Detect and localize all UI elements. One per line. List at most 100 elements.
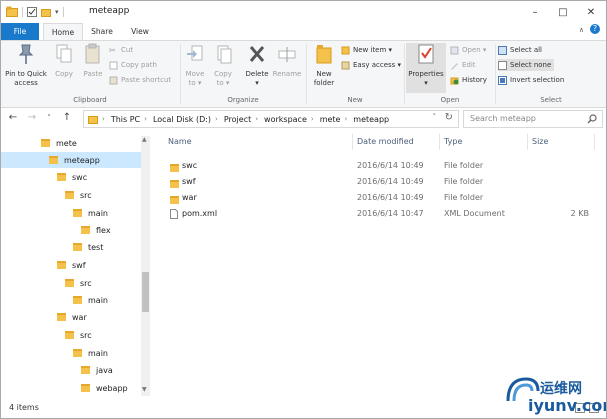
watermark-url: iyunv.com	[528, 396, 606, 415]
open-button[interactable]: Open ▾	[450, 44, 486, 56]
tree-item-war-src[interactable]: src	[1, 327, 141, 343]
tab-home[interactable]: Home	[43, 23, 83, 40]
column-header-name[interactable]: Name	[168, 137, 192, 146]
new-folder-quick-icon[interactable]	[41, 7, 51, 17]
copy-path-label: Copy path	[121, 61, 157, 69]
maximize-button[interactable]: □	[549, 1, 577, 23]
close-button[interactable]: ✕	[577, 1, 605, 23]
file-row[interactable]: war 2016/6/14 10:49 File folder	[154, 190, 606, 205]
chevron-right-icon[interactable]: ›	[311, 115, 314, 123]
open-icon	[450, 46, 459, 54]
tree-item-label: src	[80, 278, 92, 288]
scroll-up-icon[interactable]: ▲	[142, 136, 147, 143]
pin-quick-access-button[interactable]: Pin to Quick access	[3, 43, 49, 88]
tree-item-label: swc	[72, 172, 88, 182]
folder-icon	[65, 331, 74, 339]
ribbon-tabs: File Home Share View ∧ ?	[1, 23, 606, 40]
column-header-size[interactable]: Size	[532, 137, 548, 146]
copy-button[interactable]: Copy	[51, 43, 77, 79]
up-arrow-icon[interactable]: ↑	[61, 112, 73, 124]
new-folder-button[interactable]: New folder	[308, 43, 340, 88]
search-box[interactable]: Search meteapp	[463, 110, 603, 128]
properties-button[interactable]: Properties ▾	[406, 43, 446, 93]
copy-path-button[interactable]: Copy path	[109, 59, 157, 71]
tab-share[interactable]: Share	[85, 23, 119, 40]
folder-icon	[81, 226, 90, 234]
delete-x-icon	[249, 46, 265, 62]
paste-shortcut-button[interactable]: Paste shortcut	[109, 74, 171, 86]
tree-item-flex[interactable]: flex	[1, 222, 141, 238]
address-bar[interactable]: › This PC › Local Disk (D:) › Project › …	[83, 110, 459, 128]
file-row[interactable]: swf 2016/6/14 10:49 File folder	[154, 174, 606, 189]
move-to-button[interactable]: Move to ▾	[182, 43, 208, 88]
search-input[interactable]: Search meteapp	[470, 114, 536, 123]
copy-to-button[interactable]: Copy to ▾	[210, 43, 236, 88]
invert-selection-button[interactable]: Invert selection	[498, 74, 564, 86]
customize-qat-dropdown[interactable]: ▾	[55, 8, 59, 16]
tree-item-swf-main[interactable]: main	[1, 292, 141, 308]
tab-file[interactable]: File	[1, 23, 39, 40]
ribbon-collapse-icon[interactable]: ∧	[579, 26, 584, 34]
column-header-type[interactable]: Type	[444, 137, 462, 146]
tab-view[interactable]: View	[123, 23, 157, 40]
select-group-label: Select	[540, 96, 562, 104]
easy-access-button[interactable]: Easy access ▾	[341, 59, 401, 71]
tree-item-meteapp[interactable]: meteapp	[1, 152, 141, 168]
tree-scrollbar[interactable]: ▲ ▼	[141, 136, 150, 396]
rename-button[interactable]: Rename	[272, 43, 302, 79]
pin-icon	[18, 44, 34, 64]
chevron-right-icon[interactable]: ›	[344, 115, 347, 123]
minimize-button[interactable]: –	[521, 1, 549, 23]
scissors-icon: ✂	[109, 45, 116, 55]
forward-arrow-icon[interactable]: →	[26, 112, 38, 124]
chevron-right-icon[interactable]: ›	[255, 115, 258, 123]
history-button[interactable]: History	[450, 74, 487, 86]
breadcrumb-meteapp[interactable]: meteapp	[353, 115, 389, 124]
tree-item-test[interactable]: test	[1, 239, 141, 255]
cut-button[interactable]: ✂ Cut	[109, 44, 133, 56]
clipboard-group-label: Clipboard	[73, 96, 107, 104]
copy-to-label: Copy to ▾	[214, 70, 232, 87]
chevron-right-icon[interactable]: ›	[215, 115, 218, 123]
new-folder-icon	[316, 45, 332, 64]
folder-app-icon	[6, 6, 18, 17]
scroll-down-icon[interactable]: ▼	[142, 386, 147, 393]
breadcrumb-this-pc[interactable]: This PC	[111, 115, 140, 124]
new-item-button[interactable]: New item ▾	[341, 44, 392, 56]
breadcrumb-workspace[interactable]: workspace	[264, 115, 307, 124]
breadcrumb-local-disk[interactable]: Local Disk (D:)	[153, 115, 211, 124]
select-none-button[interactable]: Select none	[498, 59, 555, 71]
properties-quick-icon[interactable]	[27, 6, 37, 17]
tree-item-swc[interactable]: swc	[1, 169, 141, 185]
chevron-right-icon[interactable]: ›	[144, 115, 147, 123]
edit-button[interactable]: Edit	[450, 59, 476, 71]
back-arrow-icon[interactable]: ←	[7, 112, 19, 124]
title-bar: ▾ meteapp – □ ✕	[1, 1, 606, 23]
easy-access-label: Easy access ▾	[353, 61, 402, 69]
delete-button[interactable]: Delete ▾	[242, 43, 272, 88]
tree-item-swc-main[interactable]: main	[1, 205, 141, 221]
column-header-date[interactable]: Date modified	[357, 137, 414, 146]
file-row[interactable]: pom.xml 2016/6/14 10:47 XML Document 2 K…	[154, 206, 606, 221]
tree-item-swf-src[interactable]: src	[1, 275, 141, 291]
refresh-icon[interactable]: ↻	[445, 112, 453, 123]
tree-item-swf[interactable]: swf	[1, 257, 141, 273]
tree-item-swc-src[interactable]: src	[1, 187, 141, 203]
tree-item-war-main[interactable]: main	[1, 345, 141, 361]
tree-item-java[interactable]: java	[1, 362, 141, 378]
paste-label: Paste	[83, 70, 103, 78]
file-date: 2016/6/14 10:49	[357, 161, 424, 170]
paste-button[interactable]: Paste	[79, 43, 107, 79]
search-icon	[587, 114, 597, 124]
tree-item-webapp[interactable]: webapp	[1, 380, 141, 396]
scrollbar-thumb[interactable]	[142, 272, 149, 312]
select-all-button[interactable]: Select all	[498, 44, 542, 56]
tree-item-mete[interactable]: mete	[1, 135, 141, 151]
breadcrumb-mete[interactable]: mete	[320, 115, 341, 124]
address-dropdown-icon[interactable]: ˅	[433, 113, 437, 121]
recent-locations-chevron-icon[interactable]: ˅	[43, 112, 55, 124]
help-icon[interactable]: ?	[590, 24, 600, 34]
tree-item-war[interactable]: war	[1, 309, 141, 325]
file-row[interactable]: swc 2016/6/14 10:49 File folder	[154, 158, 606, 173]
breadcrumb-project[interactable]: Project	[224, 115, 251, 124]
